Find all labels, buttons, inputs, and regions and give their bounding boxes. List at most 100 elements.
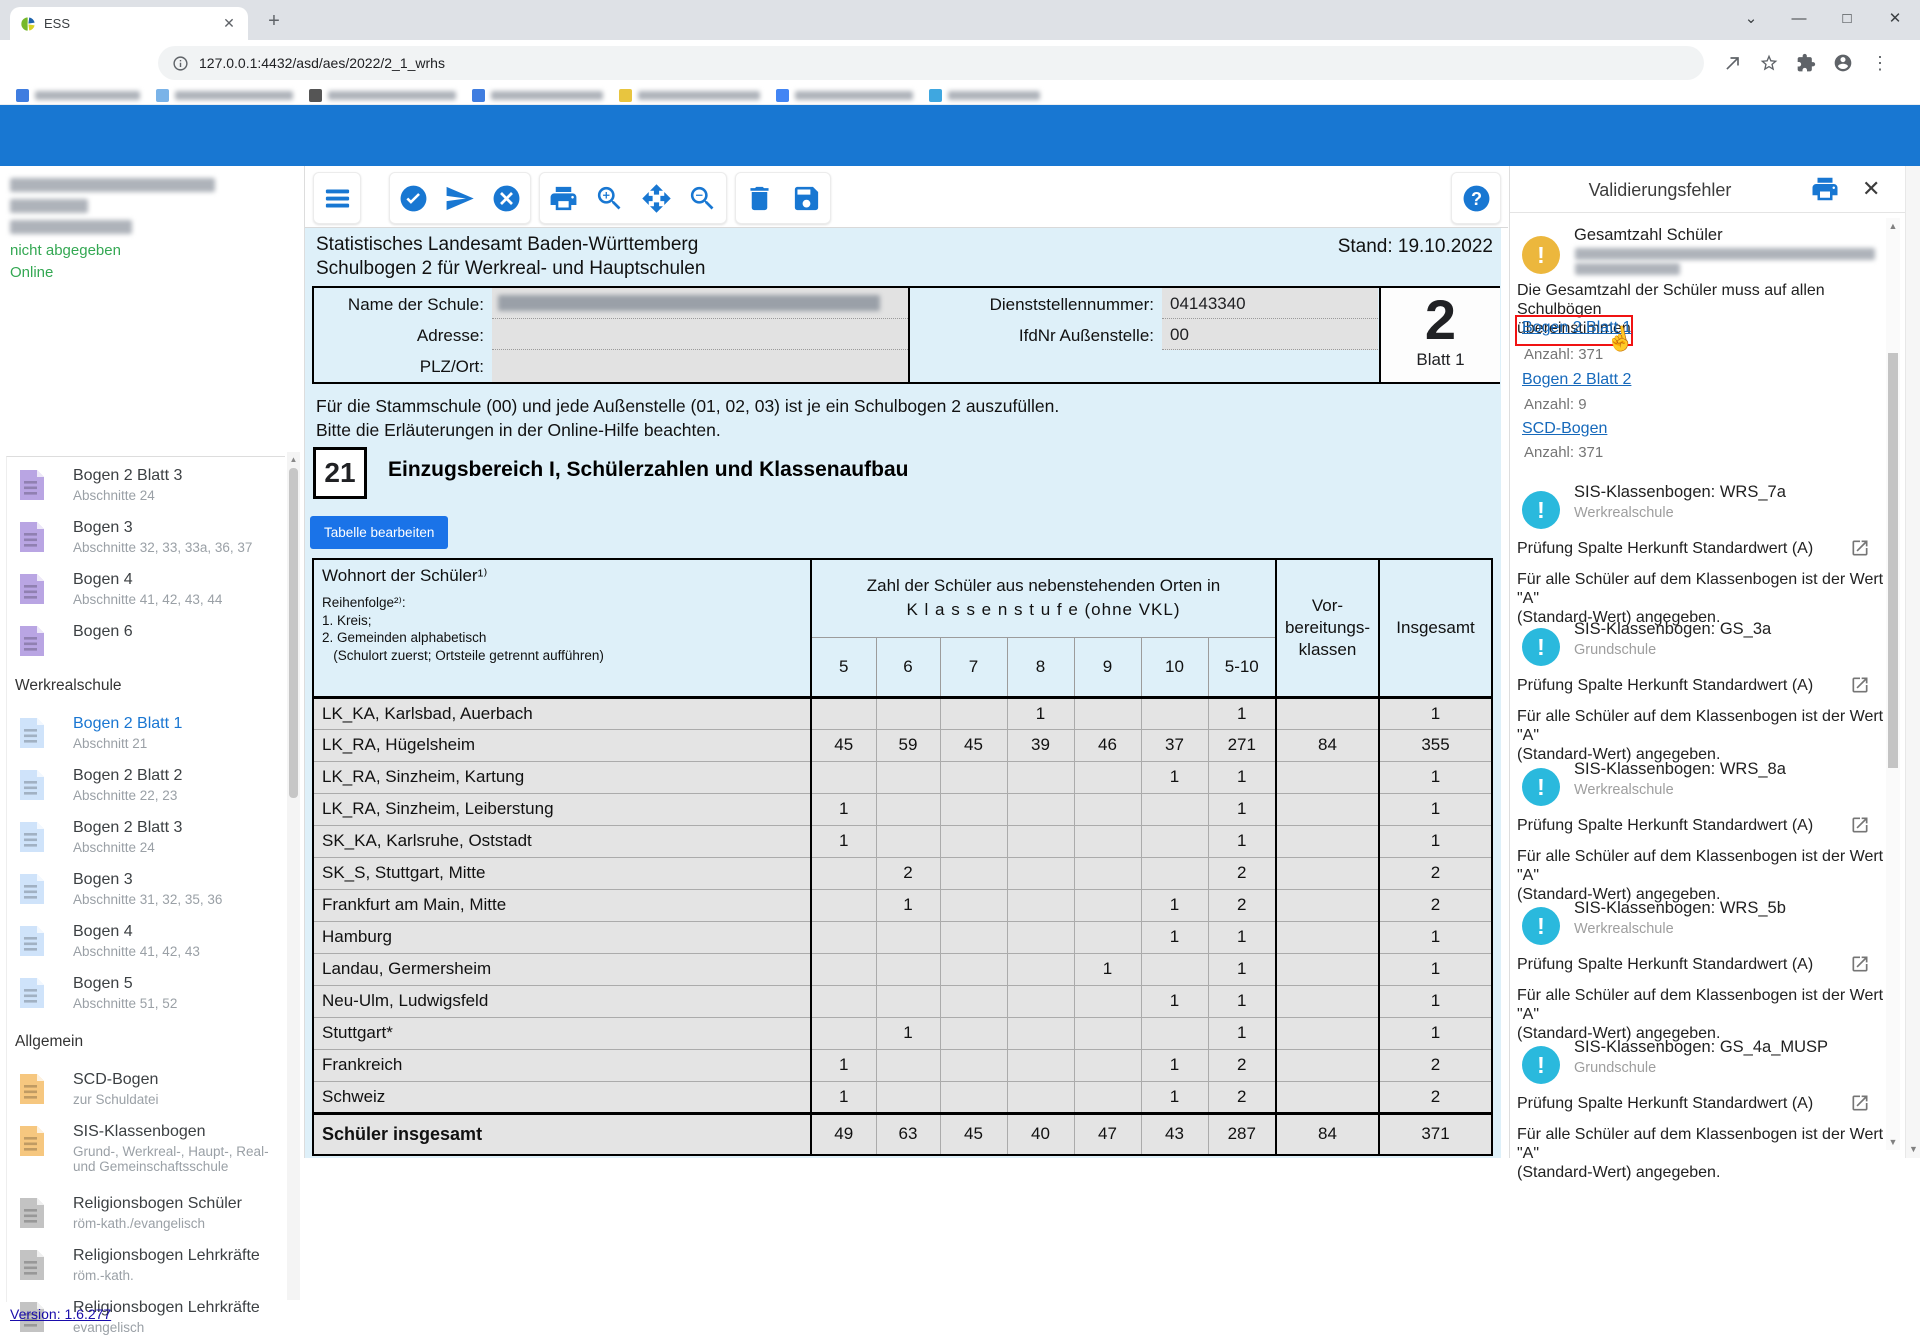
cell-value <box>811 953 876 985</box>
bookmark-item[interactable] <box>776 89 913 102</box>
kebab-menu-icon[interactable]: ⋮ <box>1863 46 1897 80</box>
branch-no-field[interactable]: 00 <box>1162 319 1378 350</box>
menu-button[interactable] <box>313 172 361 224</box>
sidebar-item-title: Bogen 4 <box>73 571 133 589</box>
bookmark-item[interactable] <box>156 89 293 102</box>
scroll-down-icon[interactable]: ▼ <box>1886 1137 1900 1147</box>
bookmark-item[interactable] <box>309 89 456 102</box>
address-label: Adresse: <box>324 326 484 346</box>
sidebar-item-title: Bogen 2 Blatt 3 <box>73 819 182 837</box>
close-icon[interactable]: ✕ <box>1862 176 1880 202</box>
edit-table-button[interactable]: Tabelle bearbeiten <box>310 516 448 549</box>
scroll-up-icon[interactable]: ▲ <box>287 455 300 464</box>
avatar[interactable] <box>1826 46 1860 80</box>
scroll-up-icon[interactable]: ▲ <box>1886 221 1900 231</box>
share-icon[interactable] <box>1716 46 1750 80</box>
cancel-circle-icon[interactable] <box>491 183 522 214</box>
validation-scrollbar[interactable]: ▲ ▼ <box>1886 218 1900 1150</box>
anzahl-count: Anzahl: 371 <box>1524 444 1603 461</box>
external-link-icon[interactable] <box>1850 675 1870 695</box>
tab-favicon <box>20 16 36 32</box>
minimize-icon[interactable]: — <box>1778 0 1820 36</box>
check-circle-icon[interactable] <box>398 183 429 214</box>
school-name-blurred <box>1575 248 1875 260</box>
validation-item: ! SIS-Klassenbogen: WRS_8a Werkrealschul… <box>1510 760 1909 900</box>
star-icon[interactable] <box>1752 46 1786 80</box>
row-label: Stuttgart* <box>313 1017 811 1049</box>
zoom-in-icon[interactable] <box>594 183 625 214</box>
url-field[interactable]: 127.0.0.1:4432/asd/aes/2022/2_1_wrhs <box>158 46 1704 80</box>
maximize-icon[interactable]: □ <box>1826 0 1868 36</box>
cell-value: 1 <box>1141 921 1208 953</box>
version-link[interactable]: Version: 1.6.277 <box>10 1306 111 1322</box>
cell-value: 1 <box>1208 825 1276 857</box>
external-link-icon[interactable] <box>1850 954 1870 974</box>
cell-value: 2 <box>1208 857 1276 889</box>
row-label: Schweiz <box>313 1081 811 1113</box>
cell-value: 2 <box>1379 1049 1492 1081</box>
tab-title: ESS <box>44 16 220 31</box>
totals-value: 287 <box>1208 1113 1276 1155</box>
warning-icon: ! <box>1522 768 1560 806</box>
help-button[interactable]: ? <box>1451 172 1501 224</box>
new-tab-button[interactable]: + <box>262 10 286 34</box>
cell-value: 1 <box>1141 1049 1208 1081</box>
table-row: Schweiz1122 <box>313 1081 1492 1113</box>
external-link-icon[interactable] <box>1850 815 1870 835</box>
office-no-field[interactable]: 04143340 <box>1162 288 1378 319</box>
zoom-out-icon[interactable] <box>687 183 718 214</box>
send-icon[interactable] <box>444 183 475 214</box>
cell-value <box>1074 697 1141 729</box>
bookmark-favicon <box>929 89 942 102</box>
bookmark-item[interactable] <box>16 89 140 102</box>
sidebar-item-title: Religionsbogen Lehrkräfte <box>73 1247 260 1265</box>
table-row: SK_KA, Karlsruhe, Oststadt111 <box>313 825 1492 857</box>
tab-close-icon[interactable]: ✕ <box>220 15 238 32</box>
move-icon[interactable] <box>641 183 672 214</box>
bogen-link[interactable]: Bogen 2 Blatt 2 <box>1522 371 1631 389</box>
check-label: Prüfung Spalte Herkunft Standardwert (A) <box>1517 956 1813 974</box>
delete-icon[interactable] <box>744 183 775 214</box>
cell-value <box>1276 857 1379 889</box>
school-name-field[interactable] <box>492 288 908 319</box>
scroll-down-icon[interactable]: ▼ <box>1906 1144 1920 1154</box>
print-icon[interactable] <box>548 183 579 214</box>
external-link-icon[interactable] <box>1850 1093 1870 1113</box>
browser-tab[interactable]: ESS ✕ <box>10 7 248 40</box>
chevron-down-icon[interactable]: ⌄ <box>1730 0 1772 36</box>
cell-value <box>1007 1081 1074 1113</box>
sidebar-scrollbar[interactable]: ▲ <box>287 452 300 1300</box>
cell-value: 1 <box>876 889 940 921</box>
cell-value <box>1276 697 1379 729</box>
close-icon[interactable]: ✕ <box>1874 0 1916 36</box>
cell-value <box>876 985 940 1017</box>
bookmark-item[interactable] <box>472 89 603 102</box>
page-scrollbar[interactable]: ▼ <box>1905 166 1920 1158</box>
bookmark-item[interactable] <box>929 89 1040 102</box>
print-icon[interactable] <box>1810 174 1842 206</box>
bookmark-favicon <box>776 89 789 102</box>
cell-value <box>940 793 1007 825</box>
bookmark-label-blurred <box>491 91 603 100</box>
info-icon[interactable] <box>172 55 189 72</box>
cell-value <box>1141 1017 1208 1049</box>
bookmark-item[interactable] <box>619 89 760 102</box>
sidebar-scrollbar-thumb[interactable] <box>289 468 298 798</box>
address-field[interactable] <box>492 319 908 350</box>
totals-value: 40 <box>1007 1113 1074 1155</box>
extensions-icon[interactable] <box>1789 46 1823 80</box>
cell-value: 37 <box>1141 729 1208 761</box>
save-icon[interactable] <box>791 183 822 214</box>
cell-value <box>811 1017 876 1049</box>
validation-scrollbar-thumb[interactable] <box>1888 353 1898 768</box>
city-field[interactable] <box>492 350 908 382</box>
bogen-link[interactable]: SCD-Bogen <box>1522 420 1607 438</box>
totals-value: 84 <box>1276 1113 1379 1155</box>
cell-value: 1 <box>1007 697 1074 729</box>
school-type: Grundschule <box>1574 642 1656 658</box>
sidebar-item-subtitle: Abschnitt 21 <box>73 736 278 751</box>
external-link-icon[interactable] <box>1850 538 1870 558</box>
cell-value <box>940 889 1007 921</box>
cell-value <box>1074 793 1141 825</box>
divider <box>1510 212 1909 213</box>
